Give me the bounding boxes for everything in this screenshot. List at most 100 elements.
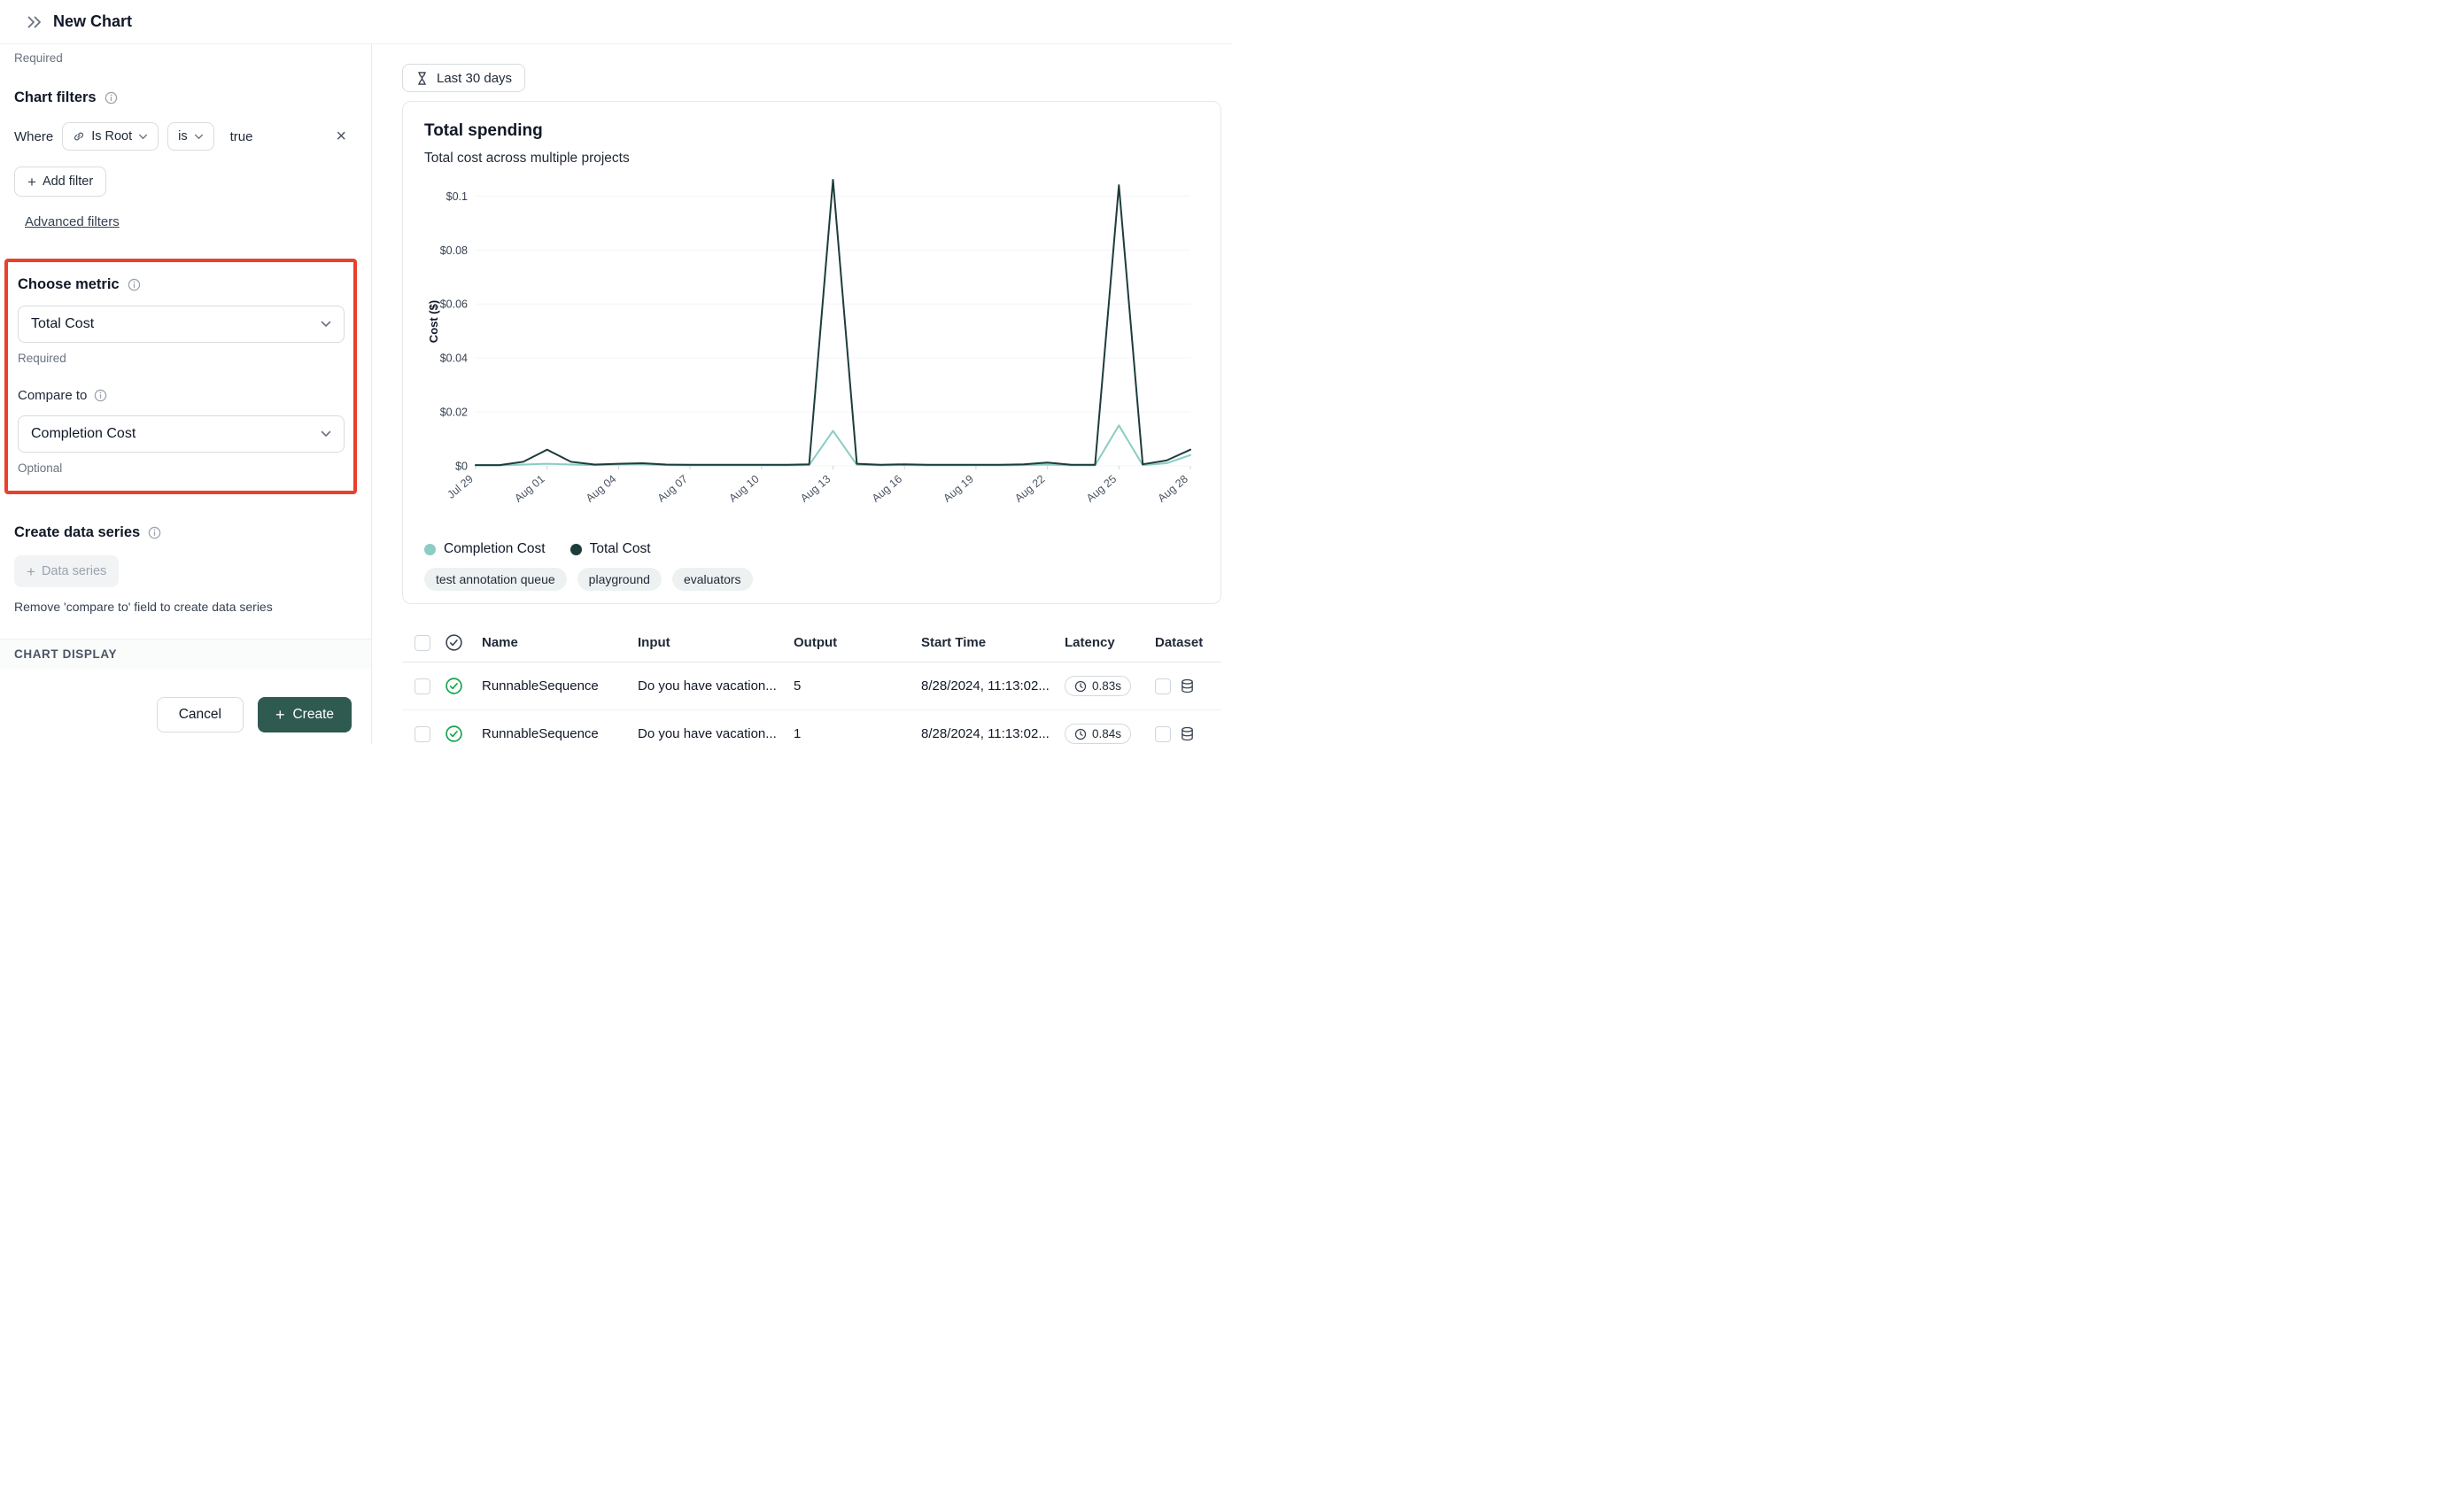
- legend-label-completion-cost: Completion Cost: [444, 541, 546, 557]
- compare-to-select[interactable]: Completion Cost: [18, 415, 345, 453]
- remove-filter-icon[interactable]: ×: [330, 126, 352, 147]
- plus-icon: +: [275, 707, 285, 723]
- info-icon[interactable]: [94, 389, 107, 402]
- create-data-series-heading: Create data series: [14, 524, 352, 541]
- svg-text:$0: $0: [455, 461, 468, 473]
- cancel-button[interactable]: Cancel: [157, 697, 244, 732]
- plus-icon: +: [27, 564, 35, 579]
- chart-filters-heading: Chart filters: [14, 89, 352, 106]
- compare-to-label: Compare to: [18, 388, 87, 403]
- svg-text:$0.08: $0.08: [440, 244, 468, 257]
- svg-text:Aug 10: Aug 10: [726, 473, 761, 505]
- project-tags: test annotation queue playground evaluat…: [424, 568, 1199, 591]
- add-filter-label: Add filter: [43, 174, 93, 189]
- run-output: 5: [794, 678, 918, 694]
- svg-text:$0.02: $0.02: [440, 407, 468, 419]
- runs-table: Name Input Output Start Time Latency Dat…: [402, 624, 1221, 744]
- advanced-filters-link[interactable]: Advanced filters: [25, 214, 120, 229]
- database-icon[interactable]: [1180, 678, 1195, 694]
- chart-preview-card: Total spending Total cost across multipl…: [402, 101, 1221, 604]
- run-input: Do you have vacation...: [638, 726, 790, 741]
- hourglass-icon: [415, 71, 429, 86]
- metric-required-hint: Required: [18, 352, 345, 365]
- chart-subtitle: Total cost across multiple projects: [424, 151, 1199, 167]
- column-header-output: Output: [794, 635, 918, 650]
- row-checkbox[interactable]: [415, 726, 430, 742]
- add-filter-button[interactable]: + Add filter: [14, 167, 106, 197]
- dataset-checkbox[interactable]: [1155, 726, 1171, 742]
- info-icon[interactable]: [105, 91, 118, 105]
- svg-text:Aug 25: Aug 25: [1084, 473, 1119, 505]
- svg-text:$0.1: $0.1: [446, 190, 468, 203]
- filter-operator-dropdown[interactable]: is: [167, 122, 213, 151]
- svg-text:$0.06: $0.06: [440, 298, 468, 311]
- tag-test-annotation-queue[interactable]: test annotation queue: [424, 568, 567, 591]
- time-range-button[interactable]: Last 30 days: [402, 64, 525, 92]
- annotation-highlight-box: Choose metric Total Cost Required Compa: [4, 259, 357, 494]
- run-name[interactable]: RunnableSequence: [482, 726, 634, 741]
- latency-value: 0.83s: [1092, 679, 1121, 693]
- run-start-time: 8/28/2024, 11:13:02...: [921, 678, 1061, 694]
- filter-field-dropdown[interactable]: Is Root: [62, 122, 159, 151]
- svg-text:Aug 19: Aug 19: [941, 473, 975, 505]
- chart-title: Total spending: [424, 121, 1199, 141]
- svg-text:Aug 07: Aug 07: [655, 473, 690, 505]
- collapse-panel-icon[interactable]: [27, 15, 43, 29]
- row-checkbox[interactable]: [415, 678, 430, 694]
- compare-optional-hint: Optional: [18, 461, 345, 475]
- link-icon: [73, 130, 85, 143]
- svg-text:Aug 13: Aug 13: [798, 473, 833, 505]
- data-series-note: Remove 'compare to' field to create data…: [14, 600, 352, 614]
- chart-display-section-label: CHART DISPLAY: [0, 639, 371, 669]
- metric-select-value: Total Cost: [31, 316, 94, 332]
- required-hint-top: Required: [14, 51, 352, 65]
- table-row[interactable]: RunnableSequence Do you have vacation...…: [402, 663, 1221, 710]
- choose-metric-title: Choose metric: [18, 276, 120, 293]
- tag-playground[interactable]: playground: [577, 568, 662, 591]
- chart-legend: Completion Cost Total Cost: [424, 541, 1199, 557]
- choose-metric-heading: Choose metric: [18, 276, 345, 293]
- where-label: Where: [14, 129, 53, 144]
- metric-select[interactable]: Total Cost: [18, 306, 345, 343]
- legend-item-completion-cost[interactable]: Completion Cost: [424, 541, 546, 557]
- latency-badge: 0.84s: [1065, 724, 1131, 744]
- column-header-name: Name: [482, 635, 634, 650]
- chevron-down-icon: [194, 134, 204, 140]
- info-icon[interactable]: [148, 526, 161, 539]
- create-data-series-title: Create data series: [14, 524, 140, 541]
- column-header-start-time: Start Time: [921, 635, 1061, 650]
- panel-footer: Cancel + Create: [0, 686, 371, 744]
- select-all-checkbox[interactable]: [415, 635, 430, 651]
- svg-text:Aug 16: Aug 16: [870, 473, 904, 505]
- clock-icon: [1074, 728, 1087, 740]
- run-input: Do you have vacation...: [638, 678, 790, 694]
- status-column-icon: [445, 633, 478, 652]
- chevron-down-icon: [138, 134, 148, 140]
- svg-text:Aug 28: Aug 28: [1156, 473, 1190, 505]
- svg-text:Cost ($): Cost ($): [427, 300, 440, 343]
- column-header-latency: Latency: [1065, 635, 1151, 650]
- info-icon[interactable]: [128, 278, 141, 291]
- legend-dot-completion-cost: [424, 544, 436, 555]
- legend-item-total-cost[interactable]: Total Cost: [570, 541, 651, 557]
- filter-operator-value: is: [178, 129, 187, 143]
- create-button-label: Create: [292, 707, 334, 723]
- run-output: 1: [794, 726, 918, 741]
- run-name[interactable]: RunnableSequence: [482, 678, 634, 694]
- column-header-dataset: Dataset: [1155, 635, 1221, 650]
- create-button[interactable]: + Create: [258, 697, 352, 732]
- dataset-cell: [1155, 726, 1221, 742]
- plus-icon: +: [27, 174, 36, 190]
- compare-to-select-value: Completion Cost: [31, 426, 136, 442]
- table-row[interactable]: RunnableSequence Do you have vacation...…: [402, 710, 1221, 744]
- database-icon[interactable]: [1180, 726, 1195, 741]
- page-header: New Chart: [0, 0, 1232, 44]
- filter-value[interactable]: true: [230, 129, 253, 144]
- svg-text:Aug 22: Aug 22: [1012, 473, 1047, 505]
- svg-text:Aug 04: Aug 04: [584, 473, 618, 505]
- dataset-checkbox[interactable]: [1155, 678, 1171, 694]
- tag-evaluators[interactable]: evaluators: [672, 568, 753, 591]
- legend-label-total-cost: Total Cost: [590, 541, 651, 557]
- legend-dot-total-cost: [570, 544, 582, 555]
- spending-line-chart: $0$0.02$0.04$0.06$0.08$0.1Cost ($)Jul 29…: [424, 167, 1201, 537]
